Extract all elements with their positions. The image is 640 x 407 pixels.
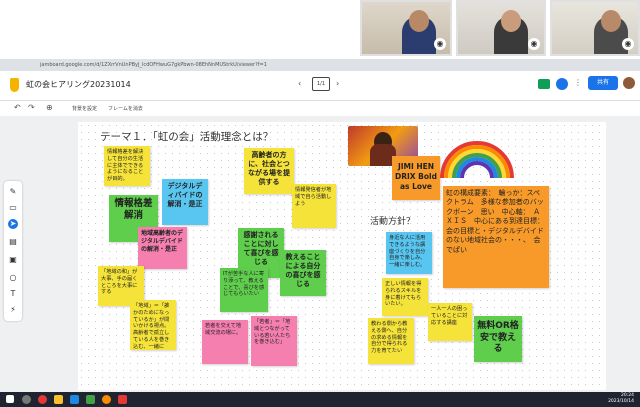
tool-sidebar: ✎ ▭ ➤ ▤ ▣ ○ T ⚡	[4, 181, 22, 321]
image-icon[interactable]: ▣	[8, 255, 18, 265]
pen-icon[interactable]: ✎	[8, 187, 18, 197]
taskbar: 20:24 2023/10/14	[0, 392, 640, 407]
participant-tile-3[interactable]: ◉	[550, 0, 640, 56]
laser-icon[interactable]: ⚡	[8, 305, 18, 315]
profile-icon[interactable]	[556, 78, 568, 90]
sticky-note[interactable]: 無料OR格安で教える	[474, 316, 522, 362]
redo-icon[interactable]: ↷	[28, 103, 35, 112]
share-button-label: 共有	[596, 79, 609, 86]
textbox-icon[interactable]: T	[8, 289, 18, 299]
sticky-note[interactable]: 情報発信者が地域で自ら活動しよう	[292, 184, 336, 228]
clock-date: 2023/10/14	[608, 399, 634, 405]
sticky-note[interactable]: 「若者」＝「地域とつながっている若い人たちを巻き込む」	[251, 316, 297, 366]
prev-frame-icon[interactable]: ‹	[298, 79, 301, 88]
app-icon-1[interactable]	[38, 395, 47, 404]
search-icon[interactable]	[22, 395, 31, 404]
participant-face	[501, 10, 521, 32]
meet-icon[interactable]	[538, 79, 550, 89]
browser-window: jamboard.google.com/d/1ZXrrVnUnPByJ_lcdO…	[0, 59, 640, 392]
participant-face	[409, 10, 429, 32]
more-options-icon[interactable]: ⋮	[574, 78, 582, 87]
app-icon-5[interactable]	[118, 395, 127, 404]
sticky-note[interactable]: 教わる側から教える側へ、自分の求める情報を自分で得られる力を育てたい	[368, 318, 414, 364]
windows-start-icon[interactable]	[6, 395, 14, 403]
mic-icon[interactable]: ◉	[622, 38, 634, 50]
participant-tile-1[interactable]: ◉	[360, 0, 452, 56]
app-icon-4[interactable]	[102, 395, 111, 404]
eraser-icon[interactable]: ▭	[8, 203, 18, 213]
mic-icon[interactable]: ◉	[528, 38, 540, 50]
next-frame-icon[interactable]: ›	[336, 79, 339, 88]
address-bar[interactable]: jamboard.google.com/d/1ZXrrVnUnPByJ_lcdO…	[0, 59, 640, 71]
sticky-note[interactable]: 虹の構成要素： 輪っか：スペクトラム 多様な参加者のバックボーン 思い 中心軸：…	[443, 186, 549, 288]
app-icon-2[interactable]	[70, 395, 79, 404]
rainbow-image[interactable]	[438, 136, 516, 178]
taskbar-clock[interactable]: 20:24 2023/10/14	[600, 393, 634, 406]
url-text: jamboard.google.com/d/1ZXrrVnUnPByJ_lcdO…	[40, 62, 267, 68]
mic-icon[interactable]: ◉	[434, 38, 446, 50]
canvas-area: ✎ ▭ ➤ ▤ ▣ ○ T ⚡ テーマ１．「虹の会」活動理念とは？ 情報格差を解…	[0, 116, 640, 392]
sticky-note[interactable]: ITが苦手な人に寄り添って、教えることで、喜びを感じてもらいたい	[220, 268, 268, 312]
file-explorer-icon[interactable]	[54, 395, 63, 404]
sticky-note[interactable]: 身近な人に活用できるような講座づくりを自分自身で楽しみ、一緒に楽しむ。	[386, 232, 432, 274]
sticky-note[interactable]: 正しい情報を得られるスキルを身に着けてもらいたい。	[382, 278, 428, 316]
sticky-note[interactable]: 若者を交えて地域交流の場に。	[202, 320, 248, 364]
select-icon[interactable]: ➤	[8, 219, 18, 229]
sticky-note[interactable]: 地域高齢者のデジタルデバイドの解消・是正	[138, 227, 187, 269]
sticky-note[interactable]: 「地域」＝「誰かのためになっているか」が問いかける視点。高齢者で孤立している人を…	[130, 300, 176, 350]
sticky-note[interactable]: JIMI HENDRIX Bold as Love	[392, 156, 440, 200]
frame-indicator[interactable]: 1/1	[312, 77, 330, 91]
clear-frame-button[interactable]: フレームを消去	[108, 105, 143, 112]
sticky-note-icon[interactable]: ▤	[8, 237, 18, 247]
undo-icon[interactable]: ↶	[14, 103, 21, 112]
jamboard-logo-icon[interactable]	[10, 78, 19, 92]
sticky-note[interactable]: 情報格差を解決して自分の生活に主体でできるようになることが目的。	[104, 146, 150, 186]
board-heading: テーマ１．「虹の会」活動理念とは？	[100, 131, 274, 143]
jamboard-header: 虹の会ヒアリング20231014 ‹ 1/1 › ⋮ 共有	[0, 71, 640, 101]
board-title[interactable]: 虹の会ヒアリング20231014	[26, 79, 131, 90]
account-avatar[interactable]	[623, 77, 635, 89]
sticky-note[interactable]: 教えることによる自分の喜びを感じる	[280, 250, 326, 296]
jamboard-toolbar: ↶ ↷ ⊕ 背景を設定 フレームを消去	[0, 101, 640, 116]
jam-board[interactable]: テーマ１．「虹の会」活動理念とは？ 情報格差を解決して自分の生活に主体でできるよ…	[78, 122, 606, 390]
activity-policy-label: 活動方針？	[370, 217, 416, 227]
app-icon-3[interactable]	[86, 395, 95, 404]
share-button[interactable]: 共有	[588, 76, 618, 90]
participant-face	[601, 10, 621, 32]
participant-tile-2[interactable]: ◉	[456, 0, 546, 56]
sticky-note[interactable]: 一人一人の困っていることに対応する講座	[428, 303, 472, 341]
sticky-note[interactable]: デジタルディバイドの解消・是正	[162, 179, 208, 225]
video-conference-strip: ◉ ◉ ◉	[0, 0, 640, 59]
circle-icon[interactable]: ○	[8, 273, 18, 283]
zoom-icon[interactable]: ⊕	[46, 103, 53, 112]
set-background-button[interactable]: 背景を設定	[72, 105, 97, 112]
sticky-note[interactable]: 高齢者の方に、社会とつながる場を提供する	[244, 148, 294, 194]
